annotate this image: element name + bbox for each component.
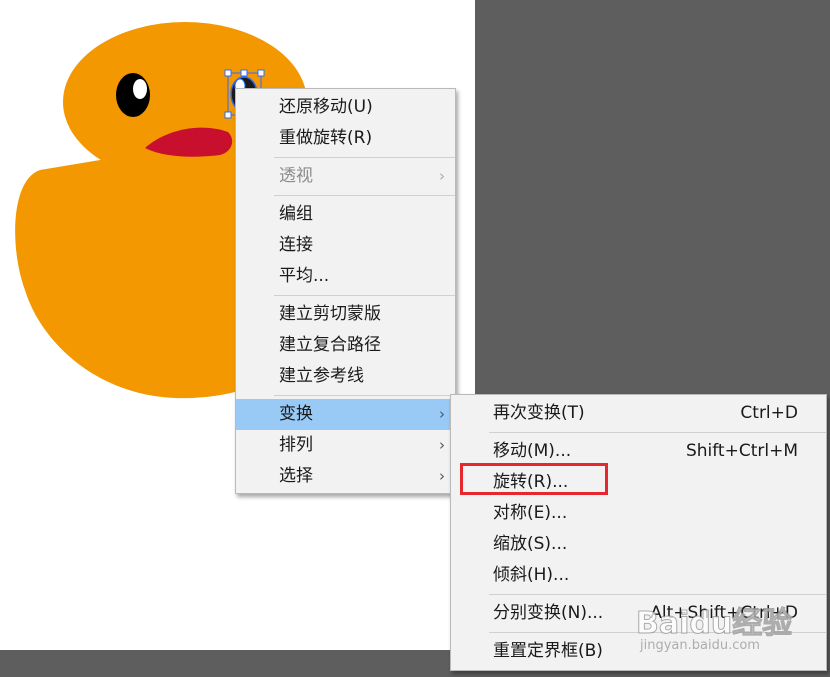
menu-item-label: 还原移动(U) [279,97,373,117]
submenu-item-reflect[interactable]: 对称(E)... [451,498,826,529]
menu-separator [274,157,455,158]
menu-item-perspective[interactable]: 透视 › [236,161,455,192]
menu-item-label: 连接 [279,235,313,255]
submenu-arrow-icon: › [439,467,445,485]
menu-separator [274,395,455,396]
menu-item-select[interactable]: 选择 › [236,461,455,492]
menu-item-shortcut: Shift+Ctrl+M [685,441,798,461]
menu-item-group[interactable]: 编组 [236,199,455,230]
menu-item-redo-rotate[interactable]: 重做旋转(R) [236,123,455,154]
menu-item-label: 重做旋转(R) [279,128,373,148]
menu-item-transform[interactable]: 变换 › [236,399,455,430]
submenu-item-scale[interactable]: 缩放(S)... [451,529,826,560]
menu-item-label: 建立参考线 [279,366,364,386]
menu-item-label: 透视 [279,166,313,186]
menu-item-average[interactable]: 平均... [236,261,455,292]
menu-item-make-guides[interactable]: 建立参考线 [236,361,455,392]
submenu-item-transform-each[interactable]: 分别变换(N)... Alt+Shift+Ctrl+D [451,598,826,629]
menu-item-label: 编组 [279,204,313,224]
menu-item-label: 缩放(S)... [493,534,568,554]
menu-item-arrange[interactable]: 排列 › [236,430,455,461]
submenu-arrow-icon: › [439,167,445,185]
menu-item-label: 对称(E)... [493,503,568,523]
duck-eye-highlight [133,79,147,99]
menu-separator [274,195,455,196]
menu-separator [489,594,826,595]
menu-item-label: 建立复合路径 [279,335,381,355]
menu-item-label: 选择 [279,466,313,486]
menu-item-label: 排列 [279,435,313,455]
transform-submenu: 再次变换(T) Ctrl+D 移动(M)... Shift+Ctrl+M 旋转(… [450,394,827,671]
menu-item-shortcut: Ctrl+D [740,403,798,423]
submenu-item-shear[interactable]: 倾斜(H)... [451,560,826,591]
menu-item-shortcut: Alt+Shift+Ctrl+D [650,603,798,623]
annotation-highlight-box [460,463,608,495]
pasteboard-bottom [0,650,475,677]
submenu-arrow-icon: › [439,405,445,423]
menu-item-label: 建立剪切蒙版 [279,304,381,324]
menu-separator [489,632,826,633]
submenu-item-transform-again[interactable]: 再次变换(T) Ctrl+D [451,398,826,429]
submenu-arrow-icon: › [439,436,445,454]
submenu-item-reset-bounding-box[interactable]: 重置定界框(B) [451,636,826,667]
menu-item-label: 变换 [279,404,313,424]
menu-item-label: 平均... [279,266,330,286]
menu-item-label: 重置定界框(B) [493,641,603,661]
menu-item-make-compound-path[interactable]: 建立复合路径 [236,330,455,361]
menu-separator [274,295,455,296]
context-menu: 还原移动(U) 重做旋转(R) 透视 › 编组 连接 平均... 建立剪切蒙版 … [235,88,456,494]
menu-item-label: 分别变换(N)... [493,603,604,623]
menu-item-join[interactable]: 连接 [236,230,455,261]
menu-item-label: 再次变换(T) [493,403,585,423]
menu-item-label: 倾斜(H)... [493,565,570,585]
menu-item-make-clipping-mask[interactable]: 建立剪切蒙版 [236,299,455,330]
menu-separator [489,432,826,433]
menu-item-undo-move[interactable]: 还原移动(U) [236,92,455,123]
